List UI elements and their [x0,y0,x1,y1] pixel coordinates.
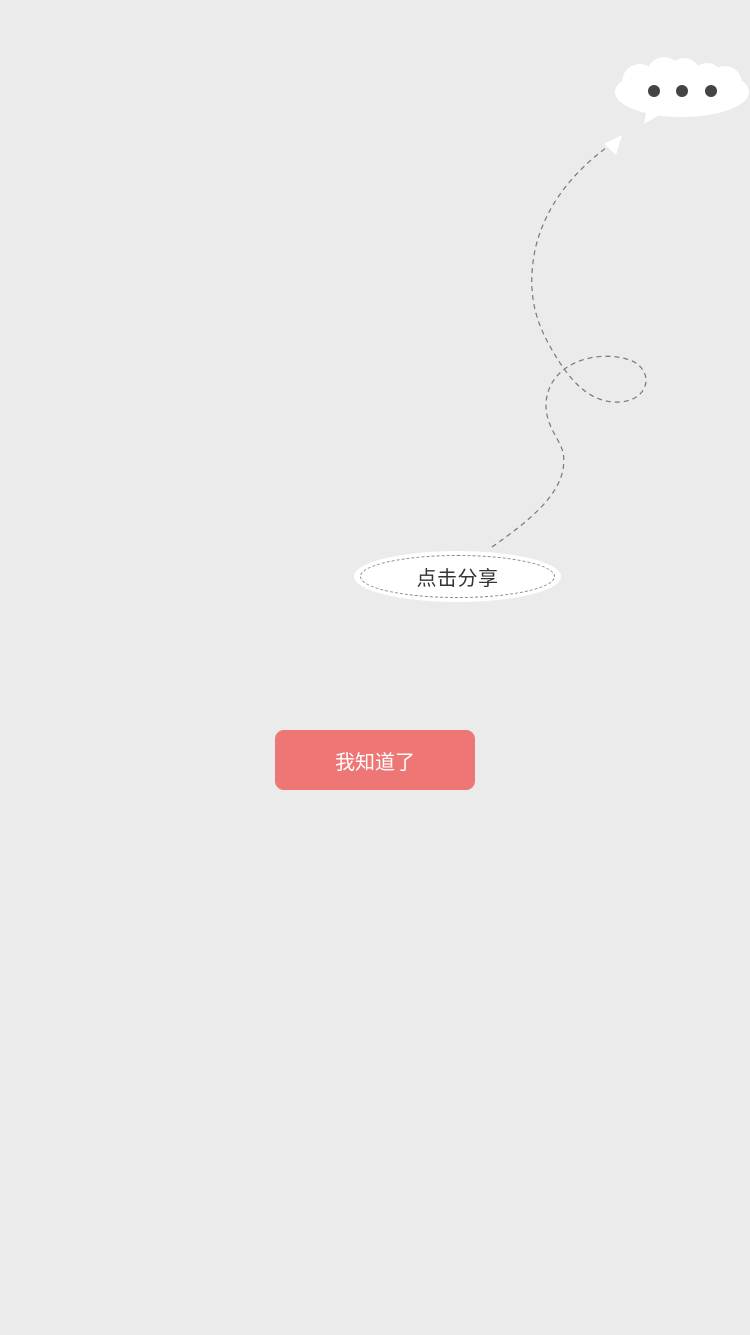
share-guide-overlay: 点击分享 我知道了 [0,0,750,1335]
share-hint-border: 点击分享 [360,555,555,598]
dot-icon [705,85,717,97]
dashed-arrow-path [491,135,647,548]
share-hint-bubble: 点击分享 [354,551,561,602]
arrow-head-icon [604,135,622,155]
share-hint-text: 点击分享 [416,566,499,590]
dot-icon [648,85,660,97]
dot-icon [676,85,688,97]
more-menu-icon [615,57,749,124]
got-it-button[interactable]: 我知道了 [275,730,475,790]
